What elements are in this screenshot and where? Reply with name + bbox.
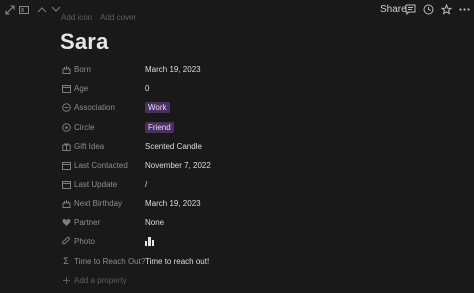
property-value[interactable]: / <box>145 180 147 189</box>
property-value[interactable]: None <box>145 218 164 227</box>
gift-icon <box>61 141 71 151</box>
property-label: Circle <box>74 122 95 132</box>
sidebar-icon[interactable] <box>18 3 30 16</box>
heart-icon <box>61 217 71 227</box>
plus-icon <box>61 275 71 285</box>
property-label: Association <box>74 102 115 112</box>
chevron-up-icon[interactable] <box>36 3 48 16</box>
tag-work[interactable]: Work <box>145 101 170 113</box>
property-association[interactable]: Association Work <box>61 100 461 114</box>
clock-icon[interactable] <box>422 3 434 16</box>
property-label: Time to Reach Out? <box>74 256 146 266</box>
property-label: Born <box>74 64 91 74</box>
photo-thumbnail-shape <box>145 241 147 246</box>
property-photo[interactable]: Photo <box>61 234 461 248</box>
expand-icon[interactable] <box>4 3 16 16</box>
calendar-icon <box>61 179 71 189</box>
page-ghost-actions: Add icon Add cover <box>61 13 136 22</box>
calendar-icon <box>61 83 71 93</box>
calendar-icon <box>61 160 71 170</box>
property-partner[interactable]: Partner None <box>61 215 461 229</box>
property-value[interactable]: November 7, 2022 <box>145 161 211 170</box>
property-label: Partner <box>74 217 101 227</box>
property-label: Next Birthday <box>74 198 123 208</box>
property-age[interactable]: Age 0 <box>61 81 461 95</box>
paperclip-icon <box>61 236 71 246</box>
property-last-update[interactable]: Last Update / <box>61 177 461 191</box>
property-value[interactable]: Scented Candle <box>145 142 202 151</box>
property-label: Age <box>74 83 89 93</box>
tag-friend[interactable]: Friend <box>145 121 174 133</box>
sigma-icon: Σ <box>63 256 69 266</box>
birthday-cake-icon <box>61 64 71 74</box>
property-time-to-reach-out[interactable]: Σ Time to Reach Out? Time to reach out! <box>61 254 461 268</box>
property-gift-idea[interactable]: Gift Idea Scented Candle <box>61 139 461 153</box>
property-label: Gift Idea <box>74 141 105 151</box>
photo-thumbnail-shape <box>148 237 151 246</box>
share-button[interactable]: Share <box>380 4 407 15</box>
star-icon[interactable] <box>440 3 452 16</box>
more-icon[interactable] <box>458 3 470 16</box>
property-label: Last Update <box>74 179 118 189</box>
property-next-birthday[interactable]: Next Birthday March 19, 2023 <box>61 196 461 210</box>
property-value[interactable]: Time to reach out! <box>145 257 209 266</box>
circle-icon <box>61 122 71 132</box>
page-title[interactable]: Sara <box>60 29 109 55</box>
property-value[interactable]: March 19, 2023 <box>145 65 201 74</box>
property-label: Last Contacted <box>74 160 128 170</box>
property-born[interactable]: Born March 19, 2023 <box>61 62 461 76</box>
association-icon <box>61 102 71 112</box>
birthday-cake-icon <box>61 198 71 208</box>
photo-thumbnail-shape <box>152 240 154 246</box>
comment-icon[interactable] <box>404 3 416 16</box>
property-label: Photo <box>74 236 95 246</box>
photo-thumbnail[interactable] <box>145 236 154 246</box>
add-cover-button[interactable]: Add cover <box>100 13 136 22</box>
add-icon-button[interactable]: Add icon <box>61 13 92 22</box>
add-property-button[interactable]: Add a property <box>61 273 461 287</box>
property-value[interactable]: March 19, 2023 <box>145 199 201 208</box>
property-last-contacted[interactable]: Last Contacted November 7, 2022 <box>61 158 461 172</box>
property-circle[interactable]: Circle Friend <box>61 120 461 134</box>
property-value[interactable]: 0 <box>145 84 149 93</box>
add-property-label: Add a property <box>74 275 127 285</box>
